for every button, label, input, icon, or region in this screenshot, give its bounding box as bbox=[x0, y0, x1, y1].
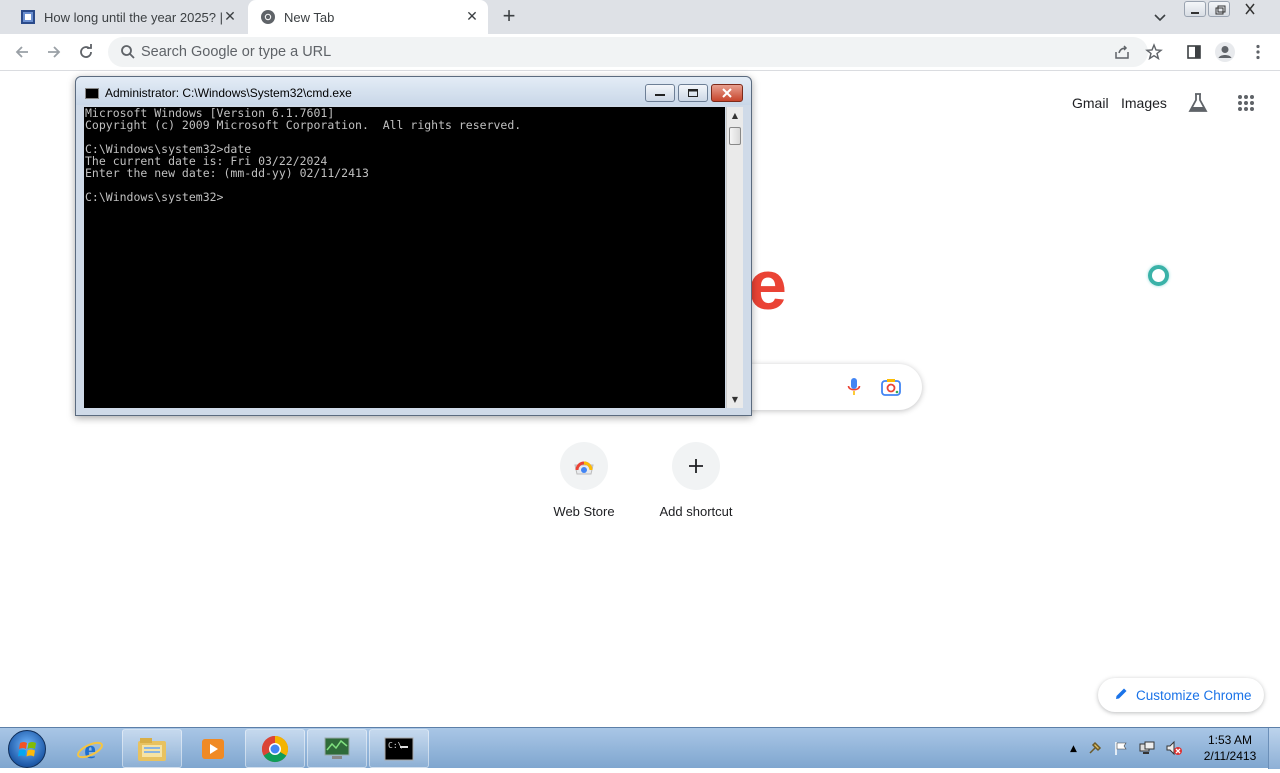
taskbar-internet-explorer-icon[interactable]: e bbox=[60, 729, 120, 768]
tab-new-tab[interactable]: New Tab ✕ bbox=[248, 0, 488, 34]
windows-taskbar: e C:\ ▲ 1:53 AM 2/11/2413 bbox=[0, 727, 1280, 769]
cmd-close-button[interactable] bbox=[711, 84, 743, 102]
tab-close-icon[interactable]: ✕ bbox=[464, 9, 480, 25]
cmd-output-line: C:\Windows\system32> bbox=[85, 190, 224, 204]
cmd-output: Microsoft Windows [Version 6.1.7601] Copy… bbox=[85, 107, 521, 203]
cmd-output-line: Copyright (c) 2009 Microsoft Corporation… bbox=[85, 118, 522, 132]
side-panel-icon[interactable] bbox=[1184, 42, 1204, 62]
profile-avatar-icon[interactable] bbox=[1214, 41, 1236, 63]
scroll-up-arrow-icon[interactable]: ▲ bbox=[727, 107, 743, 124]
omnibox[interactable] bbox=[108, 37, 1148, 67]
clock-date: 2/11/2413 bbox=[1203, 749, 1257, 763]
new-tab-button[interactable]: + bbox=[498, 5, 520, 28]
start-button-windows-icon[interactable] bbox=[8, 730, 46, 768]
pencil-icon bbox=[1114, 686, 1128, 705]
window-minimize-button[interactable] bbox=[1184, 1, 1206, 17]
images-link[interactable]: Images bbox=[1121, 95, 1167, 111]
show-desktop-button[interactable] bbox=[1268, 728, 1280, 769]
site-favicon-icon bbox=[20, 9, 36, 25]
google-logo-fragment: e bbox=[748, 246, 787, 324]
taskbar-clock[interactable]: 1:53 AM 2/11/2413 bbox=[1198, 732, 1262, 764]
window-close-button[interactable] bbox=[1240, 1, 1262, 17]
shortcut-label: Web Store bbox=[553, 504, 615, 519]
cmd-output-line: Enter the new date: (mm-dd-yy) 02/11/241… bbox=[85, 166, 369, 180]
loading-spinner-icon bbox=[1148, 265, 1169, 286]
scroll-thumb[interactable] bbox=[729, 127, 741, 145]
svg-text:e: e bbox=[84, 735, 96, 764]
labs-flask-icon[interactable] bbox=[1187, 92, 1209, 114]
cmd-window[interactable]: Administrator: C:\Windows\System32\cmd.e… bbox=[75, 76, 752, 416]
tab-how-long-until-2025[interactable]: How long until the year 2025? | H ✕ bbox=[8, 0, 246, 34]
shortcut-label: Add shortcut bbox=[659, 504, 733, 519]
cmd-maximize-button[interactable] bbox=[678, 84, 708, 102]
tab-search-chevron-icon[interactable] bbox=[1152, 9, 1168, 25]
cmd-app-icon bbox=[85, 88, 99, 99]
tab-close-icon[interactable]: ✕ bbox=[222, 9, 238, 25]
taskbar-media-player-icon[interactable] bbox=[183, 729, 243, 768]
network-status-icon[interactable] bbox=[1139, 740, 1155, 759]
voice-search-mic-icon[interactable] bbox=[846, 377, 862, 397]
more-menu-icon[interactable] bbox=[1248, 42, 1268, 62]
cmd-scrollbar[interactable]: ▲ ▼ bbox=[726, 107, 743, 408]
cmd-window-title: Administrator: C:\Windows\System32\cmd.e… bbox=[105, 86, 352, 100]
cmd-console[interactable]: Microsoft Windows [Version 6.1.7601] Copy… bbox=[84, 107, 725, 408]
tab-title: How long until the year 2025? | H bbox=[44, 9, 222, 25]
cmd-minimize-button[interactable] bbox=[645, 84, 675, 102]
taskbar-network-monitor-icon[interactable] bbox=[307, 729, 367, 768]
browser-toolbar bbox=[0, 34, 1280, 71]
gmail-link[interactable]: Gmail bbox=[1072, 95, 1109, 111]
system-tray: ▲ bbox=[1070, 734, 1183, 764]
shortcut-web-store[interactable]: Web Store bbox=[528, 442, 640, 519]
tab-title: New Tab bbox=[284, 9, 335, 25]
reload-icon[interactable] bbox=[76, 42, 96, 62]
webstore-icon bbox=[560, 442, 608, 490]
plus-icon bbox=[672, 442, 720, 490]
cmd-titlebar[interactable]: Administrator: C:\Windows\System32\cmd.e… bbox=[76, 77, 751, 105]
customize-label: Customize Chrome bbox=[1136, 687, 1252, 703]
chrome-favicon-icon bbox=[260, 9, 276, 25]
taskbar-command-prompt-icon[interactable]: C:\ bbox=[369, 729, 429, 768]
tray-tool-icon[interactable] bbox=[1087, 740, 1103, 759]
google-apps-icon[interactable] bbox=[1237, 94, 1255, 112]
forward-arrow-icon[interactable] bbox=[44, 42, 64, 62]
window-restore-button[interactable] bbox=[1208, 1, 1230, 17]
google-lens-camera-icon[interactable] bbox=[880, 377, 902, 397]
shortcut-add[interactable]: Add shortcut bbox=[640, 442, 752, 519]
action-center-flag-icon[interactable] bbox=[1113, 740, 1129, 759]
scroll-down-arrow-icon[interactable]: ▼ bbox=[727, 391, 743, 408]
tab-strip: How long until the year 2025? | H ✕ New … bbox=[0, 0, 1280, 34]
search-icon bbox=[120, 44, 136, 64]
customize-chrome-button[interactable]: Customize Chrome bbox=[1098, 678, 1264, 712]
taskbar-file-explorer-icon[interactable] bbox=[122, 729, 182, 768]
volume-muted-icon[interactable] bbox=[1165, 740, 1183, 759]
back-arrow-icon[interactable] bbox=[12, 42, 32, 62]
taskbar-chrome-icon[interactable] bbox=[245, 729, 305, 768]
share-icon[interactable] bbox=[1112, 42, 1132, 62]
bookmark-star-icon[interactable] bbox=[1144, 42, 1164, 62]
clock-time: 1:53 AM bbox=[1207, 733, 1253, 747]
svg-text:C:\: C:\ bbox=[388, 741, 403, 750]
omnibox-input[interactable] bbox=[141, 42, 1041, 62]
show-hidden-icons-icon[interactable]: ▲ bbox=[1070, 744, 1077, 754]
